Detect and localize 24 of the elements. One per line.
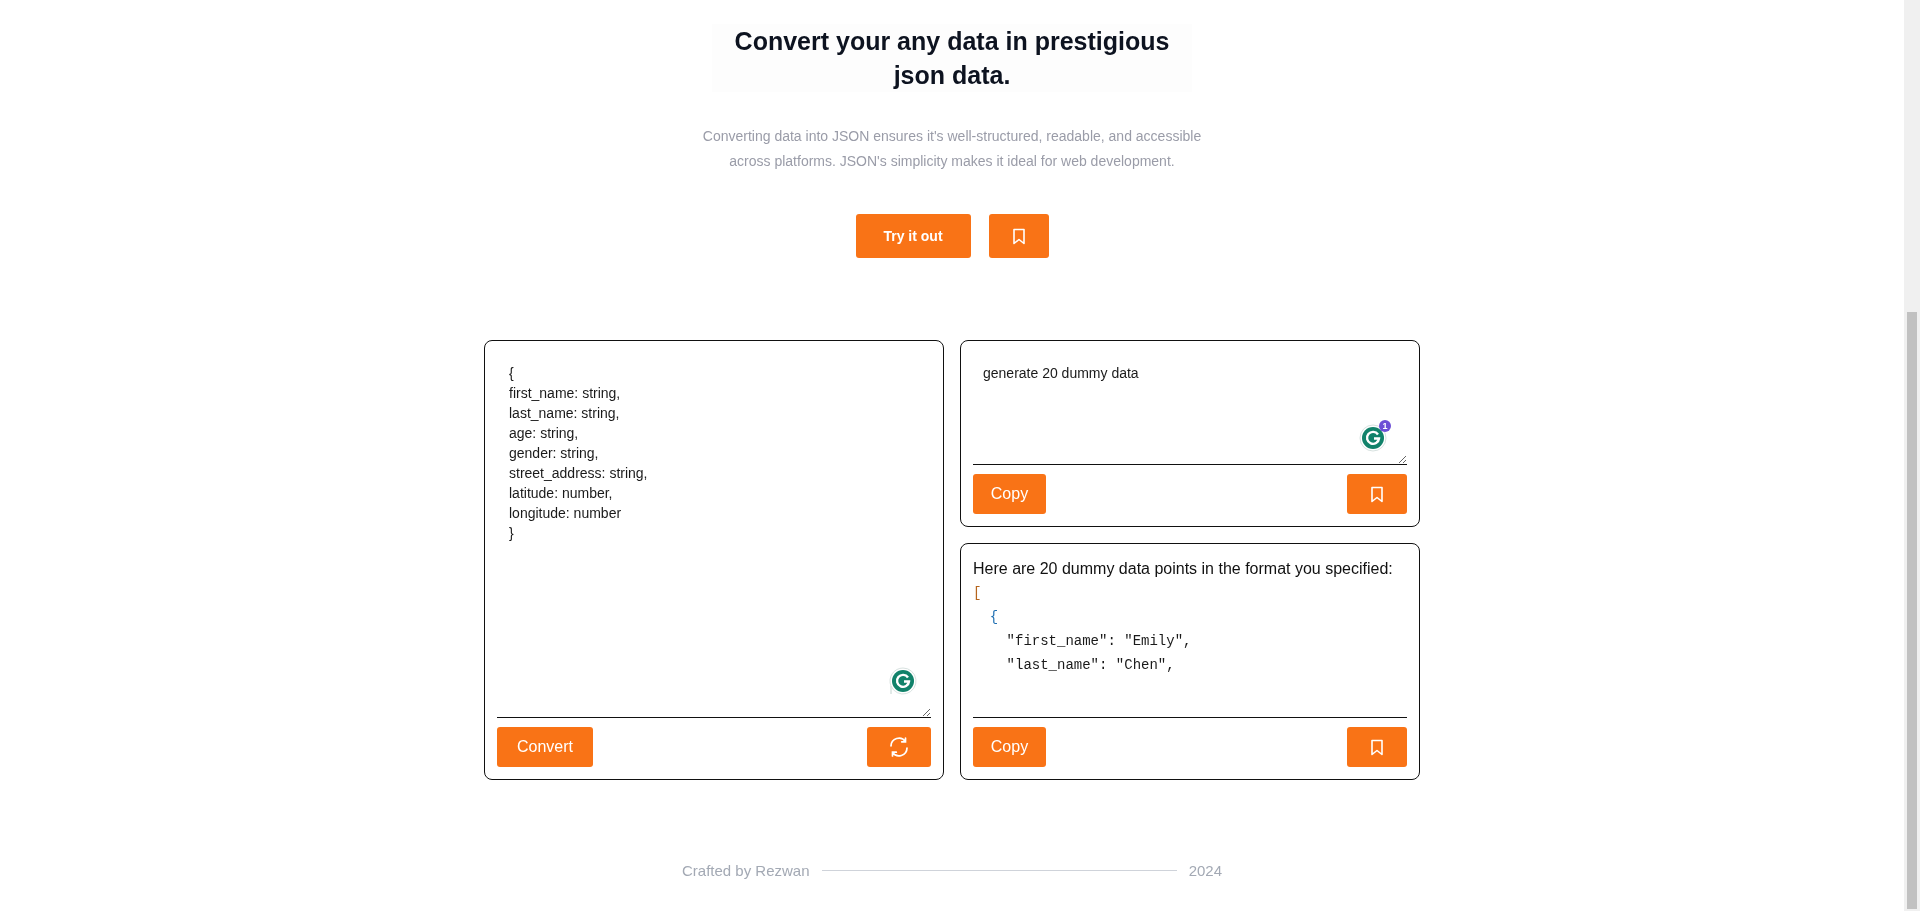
convert-button[interactable]: Convert xyxy=(497,727,593,767)
copy-button[interactable]: Copy xyxy=(973,727,1046,767)
bookmark-button[interactable] xyxy=(1347,727,1407,767)
description: Converting data into JSON ensures it's well-structured, readable, and accessible across platforms. JSON's simplicity makes it ideal for web development. xyxy=(702,127,1202,171)
code-line: [ xyxy=(973,584,982,603)
grammar-icon[interactable] xyxy=(889,667,917,695)
year-text: 2024 xyxy=(1188,862,1222,879)
credit-text: Crafted by Rezwan xyxy=(682,862,810,879)
bookmark-icon xyxy=(1370,738,1384,756)
refresh-button[interactable] xyxy=(867,727,931,767)
grammar-icon[interactable] xyxy=(1359,424,1387,452)
copy-button[interactable]: Copy xyxy=(973,474,1046,514)
try-button[interactable]: Try it out xyxy=(855,214,971,258)
scrollbar-thumb[interactable] xyxy=(1907,312,1917,909)
result-text: Here are 20 dummy data points in the format you specified: xyxy=(973,559,1394,579)
scrollbar[interactable] xyxy=(1904,0,1920,911)
code-line: "last_name": "Chen", xyxy=(1005,656,1175,675)
code-line: { xyxy=(988,608,999,627)
bookmark-button[interactable] xyxy=(1347,474,1407,514)
bookmark-button[interactable] xyxy=(988,214,1049,258)
refresh-icon xyxy=(888,737,910,757)
code-line: "first_name": "Emily", xyxy=(1005,632,1192,651)
bookmark-icon xyxy=(1011,227,1026,245)
bookmark-icon xyxy=(1370,485,1384,503)
